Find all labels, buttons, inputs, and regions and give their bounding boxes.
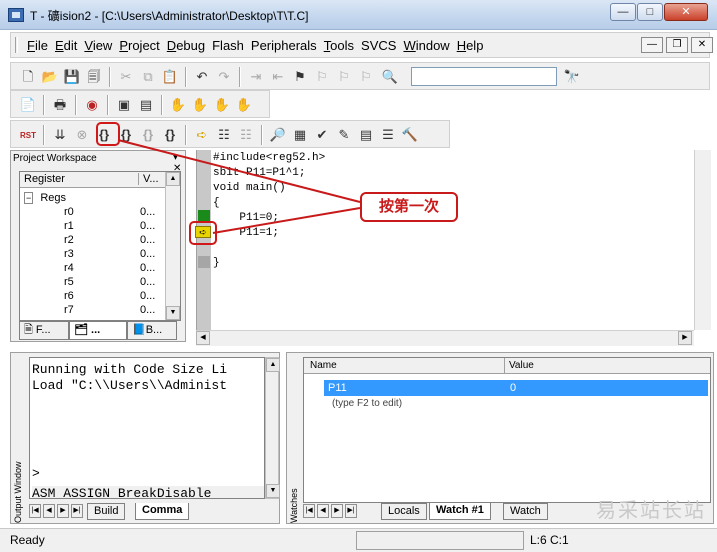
watch-header: Name Value	[304, 358, 710, 374]
command-hint: ASM ASSIGN BreakDisable	[32, 486, 264, 498]
next-tab-icon[interactable]: ▶	[331, 504, 343, 518]
last-tab-icon[interactable]: ▶|	[345, 504, 357, 518]
output-line: Running with Code Size Li	[32, 362, 228, 377]
output-text[interactable]: Running with Code Size Li Load "C:\\User…	[29, 357, 265, 499]
first-tab-icon[interactable]: |◀	[29, 504, 41, 518]
highlight-current-line	[189, 221, 217, 245]
tab-watch-1[interactable]: Watch #1	[429, 503, 491, 520]
cursor-position: L:6 C:1	[530, 533, 569, 547]
watermark: 易采站长站	[596, 498, 706, 522]
watch-edit-hint[interactable]: (type F2 to edit)	[332, 398, 402, 409]
output-line: Load "C:\\Users\\Administ	[32, 378, 228, 393]
output-scrollbar[interactable]: ▲ ▼	[265, 357, 280, 499]
scroll-up-icon[interactable]: ▲	[266, 358, 280, 372]
output-window: Output Window Running with Code Size Li …	[10, 352, 280, 524]
first-tab-icon[interactable]: |◀	[303, 504, 315, 518]
col-name[interactable]: Name	[310, 360, 337, 371]
command-prompt[interactable]: >	[32, 466, 40, 481]
annotation-callout: 按第一次	[360, 192, 458, 222]
prev-tab-icon[interactable]: ◀	[317, 504, 329, 518]
tab-locals[interactable]: Locals	[381, 503, 427, 520]
last-tab-icon[interactable]: ▶|	[71, 504, 83, 518]
highlight-step-button	[96, 122, 120, 146]
prev-tab-icon[interactable]: ◀	[43, 504, 55, 518]
watches-label: Watches	[289, 488, 299, 523]
watch-grid[interactable]: Name Value P11 0 (type F2 to edit)	[303, 357, 711, 503]
status-bar: Ready L:6 C:1	[0, 528, 717, 552]
status-text: Ready	[10, 533, 45, 547]
tab-command[interactable]: Comma	[135, 503, 190, 520]
next-tab-icon[interactable]: ▶	[57, 504, 69, 518]
output-tabs: |◀ ◀ ▶ ▶| Build Comma	[29, 503, 279, 521]
watch-row[interactable]: P11 0	[324, 380, 708, 396]
tab-watch-2[interactable]: Watch	[503, 503, 548, 520]
scroll-down-icon[interactable]: ▼	[266, 484, 280, 498]
status-panel	[356, 531, 524, 550]
watch-name: P11	[328, 382, 347, 394]
watch-value: 0	[510, 382, 517, 394]
output-window-label: Output Window	[13, 461, 23, 523]
tab-build[interactable]: Build	[87, 503, 126, 520]
col-value[interactable]: Value	[504, 358, 534, 374]
